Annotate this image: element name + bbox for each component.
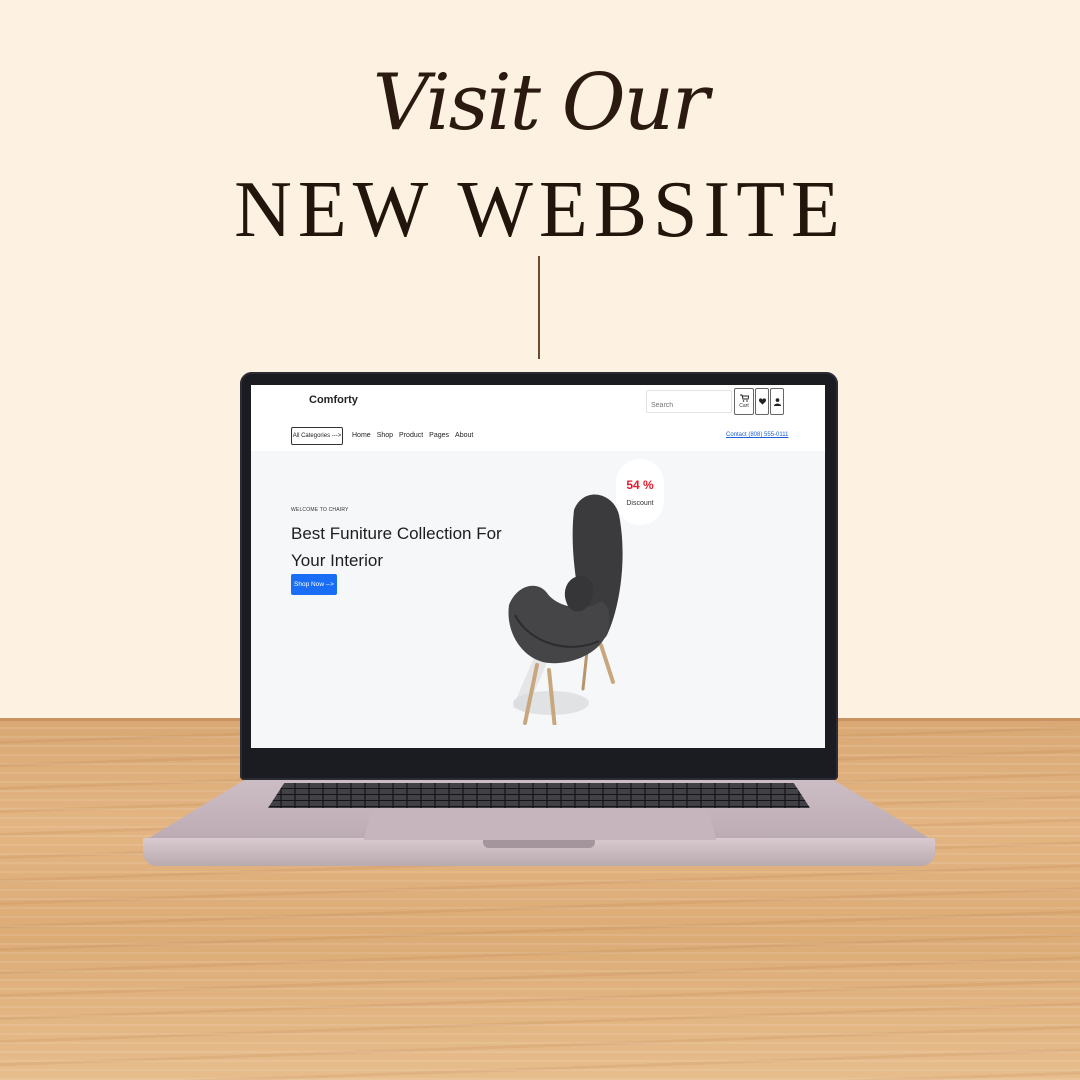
heart-icon <box>758 398 766 405</box>
contact-link[interactable]: Contact (808) 555-0111 <box>726 432 788 438</box>
discount-label: Discount <box>626 499 654 507</box>
nav-item-pages[interactable]: Pages <box>429 432 449 439</box>
headline-script: Visit Our <box>372 58 710 148</box>
shop-now-button[interactable]: Shop Now --> <box>291 574 337 595</box>
keyboard-rows <box>268 783 810 808</box>
cart-icon <box>739 394 749 402</box>
all-categories-button[interactable]: All Categories ---> <box>291 427 343 445</box>
nav-item-shop[interactable]: Shop <box>377 432 393 439</box>
site-logo[interactable]: Comforty <box>309 394 358 406</box>
hero-eyebrow: WELCOME TO CHAIRY <box>291 507 349 513</box>
divider-line <box>538 256 540 359</box>
headline-caps: NEW WEBSITE <box>234 166 846 254</box>
laptop-screen: Comforty Cart All Categories ---> Home S… <box>251 385 825 748</box>
laptop-trackpad <box>364 810 716 840</box>
main-nav: Home Shop Product Pages About <box>352 432 473 439</box>
laptop-notch <box>483 840 595 848</box>
discount-badge: 54 % Discount <box>616 459 664 525</box>
nav-item-product[interactable]: Product <box>399 432 423 439</box>
hero-section: WELCOME TO CHAIRY Best Funiture Collecti… <box>251 451 825 748</box>
hero-title: Best Funiture Collection For Your Interi… <box>291 524 502 570</box>
site-header: Comforty Cart All Categories ---> Home S… <box>251 385 825 451</box>
cart-label: Cart <box>739 403 749 409</box>
wishlist-button[interactable] <box>755 388 769 415</box>
search-input[interactable] <box>646 390 732 413</box>
user-icon <box>773 397 781 406</box>
account-button[interactable] <box>770 388 784 415</box>
nav-item-home[interactable]: Home <box>352 432 371 439</box>
cart-button[interactable]: Cart <box>734 388 754 415</box>
discount-value: 54 % <box>626 477 654 492</box>
nav-item-about[interactable]: About <box>455 432 473 439</box>
